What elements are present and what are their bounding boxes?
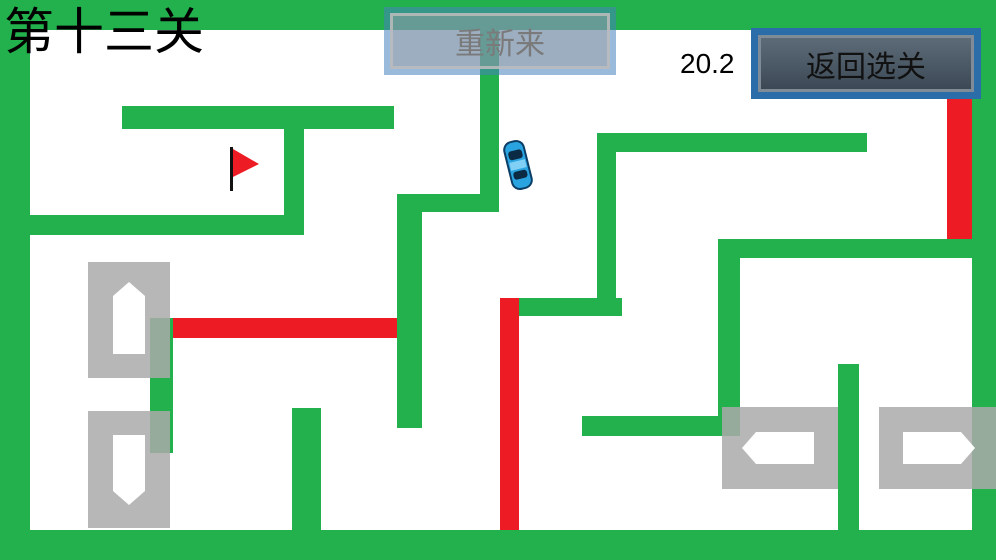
right-arrow-icon xyxy=(903,432,975,464)
down-arrow-icon xyxy=(113,435,145,505)
red-flag-icon xyxy=(230,147,259,191)
level-title: 第十三关 xyxy=(4,3,204,61)
maze-wall xyxy=(597,133,616,316)
maze-wall xyxy=(838,364,859,530)
back-to-level-select-button[interactable]: 返回选关 xyxy=(751,28,981,99)
left-arrow-control[interactable] xyxy=(722,407,838,489)
timer-value: 20.2 xyxy=(680,48,735,79)
hazard-wall xyxy=(947,99,972,239)
maze-wall xyxy=(597,133,867,152)
hazard-wall xyxy=(173,318,397,338)
restart-button-label: 重新来 xyxy=(390,13,610,69)
restart-button[interactable]: 重新来 xyxy=(384,7,616,75)
maze-wall xyxy=(397,194,422,428)
maze-wall xyxy=(122,106,394,129)
blue-car-icon[interactable] xyxy=(500,138,536,192)
down-arrow-control[interactable] xyxy=(88,411,170,528)
maze-wall xyxy=(582,416,740,436)
left-arrow-icon xyxy=(742,432,814,464)
maze-wall xyxy=(292,408,321,530)
hazard-wall xyxy=(500,298,519,530)
maze-wall xyxy=(718,239,972,258)
maze-border-left xyxy=(0,0,30,560)
up-arrow-control[interactable] xyxy=(88,262,170,378)
maze-border-bottom xyxy=(0,530,996,560)
back-button-label: 返回选关 xyxy=(758,35,974,92)
up-arrow-icon xyxy=(113,282,145,354)
right-arrow-control[interactable] xyxy=(879,407,996,489)
maze-wall xyxy=(30,215,304,235)
